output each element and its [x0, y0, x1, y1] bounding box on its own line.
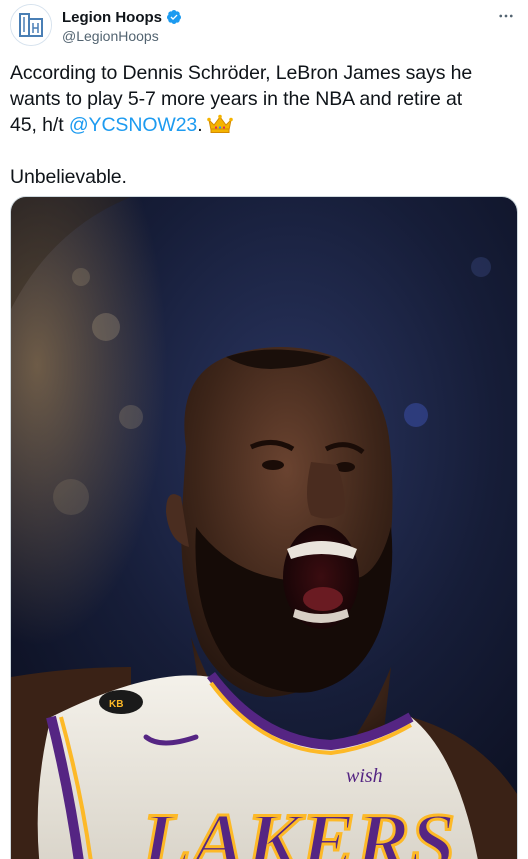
- display-name[interactable]: Legion Hoops: [62, 9, 162, 26]
- tweet-text-line-3: 45, h/t @YCSNOW23.: [10, 112, 515, 138]
- tweet-text-line-3-suffix: .: [197, 114, 203, 136]
- avatar[interactable]: [10, 4, 52, 46]
- tweet-text-line-2: wants to play 5-7 more years in the NBA …: [10, 88, 463, 110]
- verified-badge-icon: [166, 9, 182, 25]
- name-row: Legion Hoops: [62, 7, 182, 27]
- tweet-text-line-4: Unbelievable.: [10, 166, 127, 188]
- crown-emoji-icon: [206, 114, 233, 134]
- tweet-header: Legion Hoops @LegionHoops: [10, 4, 518, 46]
- tweet-text: According to Dennis Schröder, LeBron Jam…: [10, 60, 515, 190]
- tweet-card: Legion Hoops @LegionHoops According to D…: [0, 0, 528, 859]
- tweet-text-line-3-prefix: 45, h/t: [10, 114, 64, 136]
- jersey-sponsor-text: wish: [346, 765, 383, 787]
- tweet-text-line-1: According to Dennis Schröder, LeBron Jam…: [10, 62, 473, 84]
- svg-text:KB: KB: [109, 699, 123, 710]
- text-spacer: [10, 138, 515, 164]
- user-handle[interactable]: @LegionHoops: [62, 28, 159, 44]
- jersey-team-text: LAKERS: [140, 796, 455, 859]
- legion-hoops-logo-icon: [11, 5, 51, 45]
- mention-link[interactable]: @YCSNOW23: [69, 114, 197, 136]
- tweet-photo[interactable]: KB wish LAKERS: [10, 196, 518, 859]
- more-options-button[interactable]: [494, 4, 518, 28]
- photo-basketball-player: KB wish LAKERS: [11, 197, 517, 859]
- more-horizontal-icon: [499, 14, 513, 18]
